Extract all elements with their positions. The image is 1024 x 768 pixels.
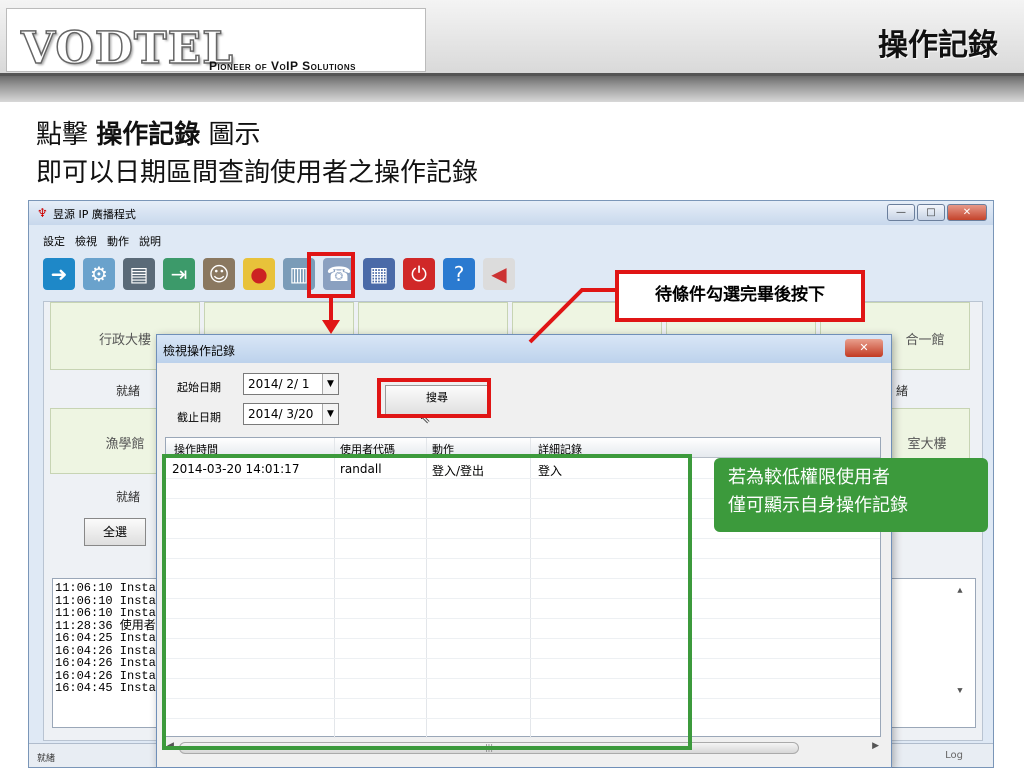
dialog-close-button[interactable]: ✕ bbox=[845, 339, 883, 357]
zone-status: 就緒 bbox=[116, 490, 141, 504]
menu-action[interactable]: 動作 bbox=[107, 233, 129, 249]
logo-tagline: Pioneer of VoIP Solutions bbox=[209, 59, 356, 73]
status-text: 就緒 bbox=[37, 754, 56, 764]
transfer-icon[interactable]: ⇥ bbox=[163, 258, 195, 290]
menu-help[interactable]: 說明 bbox=[139, 233, 161, 249]
slide-title: 操作記錄 bbox=[878, 28, 998, 63]
instruction-suffix: 圖示 bbox=[200, 120, 261, 150]
highlight-operation-log-icon bbox=[307, 252, 355, 298]
slide-header: VODTEL Pioneer of VoIP Solutions 操作記錄 bbox=[0, 0, 1024, 76]
instruction-prefix: 點擊 bbox=[36, 120, 97, 150]
logo-text: VODTEL bbox=[20, 22, 235, 75]
chevron-down-icon[interactable]: ▼ bbox=[322, 404, 338, 424]
highlight-search-button bbox=[377, 378, 491, 418]
end-date-picker[interactable]: 2014/ 3/20 ▼ bbox=[243, 403, 339, 425]
highlight-results-grid bbox=[162, 454, 692, 750]
power-icon[interactable]: ⏻ bbox=[403, 258, 435, 290]
menu-view[interactable]: 檢視 bbox=[75, 233, 97, 249]
menubar: 設定 檢視 動作 說明 bbox=[43, 233, 161, 249]
select-all-button[interactable]: 全選 bbox=[84, 518, 146, 546]
callout-permission-note: 若為較低權限使用者 僅可顯示自身操作記錄 bbox=[714, 458, 988, 532]
help-icon[interactable]: ? bbox=[443, 258, 475, 290]
zone-status: 緒 bbox=[896, 384, 909, 398]
menu-settings[interactable]: 設定 bbox=[43, 233, 65, 249]
login-icon[interactable]: ➜ bbox=[43, 258, 75, 290]
instruction-bold: 操作記錄 bbox=[96, 120, 201, 150]
log-tab[interactable]: Log bbox=[945, 750, 963, 761]
users-icon[interactable]: ☺ bbox=[203, 258, 235, 290]
scroll-right-icon[interactable]: ▶ bbox=[872, 741, 879, 751]
callout-search-hint: 待條件勾選完畢後按下 bbox=[615, 270, 865, 322]
zone-status: 就緒 bbox=[116, 384, 141, 398]
app-titlebar: ♆ 昱源 IP 廣播程式 — □ ✕ bbox=[29, 201, 993, 225]
end-date-value: 2014/ 3/20 bbox=[248, 407, 314, 421]
dialog-title: 檢視操作記錄 bbox=[163, 344, 236, 358]
header-band bbox=[0, 76, 1024, 102]
device-icon[interactable]: ▤ bbox=[123, 258, 155, 290]
maximize-button[interactable]: □ bbox=[917, 204, 945, 221]
instruction-line-2: 即可以日期區間查詢使用者之操作記錄 bbox=[36, 158, 479, 188]
app-icon: ♆ bbox=[37, 206, 48, 220]
schedule-icon[interactable]: ▦ bbox=[363, 258, 395, 290]
end-date-label: 截止日期 bbox=[177, 411, 221, 424]
minimize-button[interactable]: — bbox=[887, 204, 915, 221]
toolbar: ➜ ⚙ ▤ ⇥ ☺ ● ▥ ☎ ▦ ⏻ ? ◀ bbox=[43, 255, 515, 293]
logo: VODTEL Pioneer of VoIP Solutions bbox=[6, 8, 426, 75]
app-title: 昱源 IP 廣播程式 bbox=[53, 208, 136, 221]
location-pin-icon[interactable]: ● bbox=[243, 258, 275, 290]
chevron-down-icon[interactable]: ▼ bbox=[322, 374, 338, 394]
speaker-mute-icon[interactable]: ◀ bbox=[483, 258, 515, 290]
dialog-titlebar: 檢視操作記錄 ✕ bbox=[157, 335, 891, 363]
start-date-value: 2014/ 2/ 1 bbox=[248, 377, 310, 391]
callout-line: 若為較低權限使用者 bbox=[728, 467, 890, 488]
start-date-label: 起始日期 bbox=[177, 381, 221, 394]
callout-line: 僅可顯示自身操作記錄 bbox=[728, 495, 908, 516]
close-button[interactable]: ✕ bbox=[947, 204, 987, 221]
start-date-picker[interactable]: 2014/ 2/ 1 ▼ bbox=[243, 373, 339, 395]
log-scrollbar[interactable]: ▲ ▼ bbox=[953, 585, 967, 721]
instruction-line-1: 點擊 操作記錄 圖示 bbox=[36, 114, 261, 151]
settings-gear-icon[interactable]: ⚙ bbox=[83, 258, 115, 290]
window-controls: — □ ✕ bbox=[887, 204, 987, 221]
